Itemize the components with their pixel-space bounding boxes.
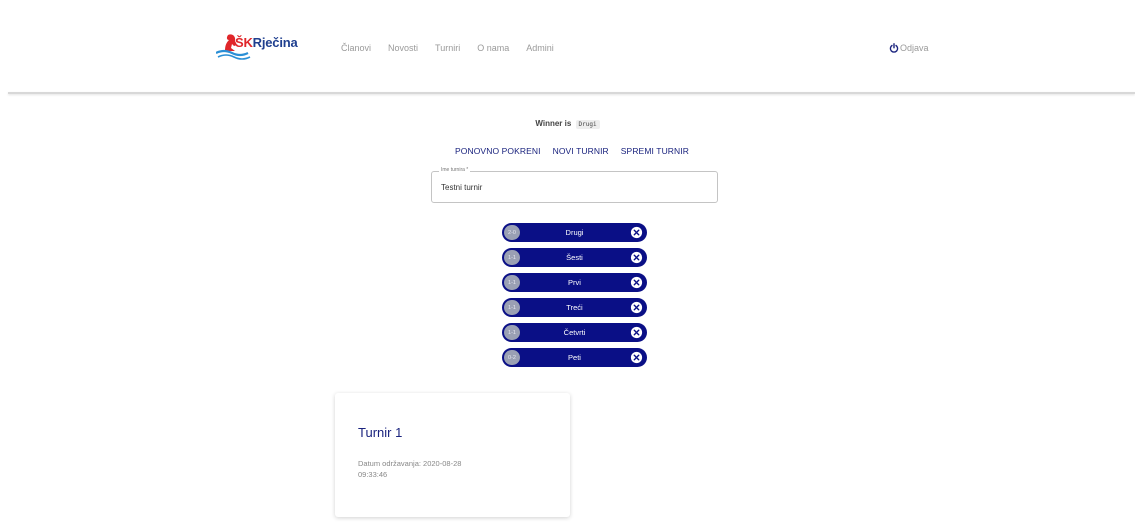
player-name: Treći: [566, 303, 583, 312]
player-chip[interactable]: 1-1 Treći: [502, 298, 647, 317]
header-divider: [8, 92, 1135, 94]
tournament-name-label: Ime turnira *: [439, 167, 471, 173]
logo-prefix: ŠK: [235, 35, 253, 50]
player-score: 0-2: [504, 350, 520, 365]
tournament-card[interactable]: Turnir 1 Datum održavanja: 2020-08-28 09…: [335, 393, 570, 517]
nav-item-o-nama[interactable]: O nama: [477, 43, 509, 53]
tournament-name-field: Ime turnira *: [431, 167, 718, 203]
tournament-actions: PONOVNO POKRENI NOVI TURNIR SPREMI TURNI…: [455, 146, 701, 156]
player-name: Peti: [568, 353, 581, 362]
power-icon: [889, 43, 899, 53]
player-chip[interactable]: 0-2 Peti: [502, 348, 647, 367]
remove-player-icon[interactable]: [630, 251, 643, 264]
player-score: 2-0: [504, 225, 520, 240]
logo-name: Rječina: [252, 35, 298, 50]
save-tournament-button[interactable]: SPREMI TURNIR: [621, 146, 689, 156]
player-score: 1-1: [504, 300, 520, 315]
new-tournament-button[interactable]: NOVI TURNIR: [553, 146, 609, 156]
logo-text: ŠKRječina: [235, 35, 298, 50]
logout-label: Odjava: [900, 43, 929, 53]
player-chip[interactable]: 1-1 Šesti: [502, 248, 647, 267]
remove-player-icon[interactable]: [630, 226, 643, 239]
nav-item-admini[interactable]: Admini: [526, 43, 554, 53]
tournament-card-title: Turnir 1: [358, 425, 403, 440]
winner-name: Drugi: [575, 120, 600, 129]
player-chip[interactable]: 2-0 Drugi: [502, 223, 647, 242]
nav-item-turniri[interactable]: Turniri: [435, 43, 460, 53]
restart-button[interactable]: PONOVNO POKRENI: [455, 146, 541, 156]
tournament-name-input[interactable]: [441, 183, 701, 192]
players-list: 2-0 Drugi 1-1 Šesti 1-1 Prvi 1-1 Treći 1…: [502, 223, 647, 373]
player-score: 1-1: [504, 325, 520, 340]
player-chip[interactable]: 1-1 Prvi: [502, 273, 647, 292]
player-name: Drugi: [565, 228, 584, 237]
tournament-card-date: Datum održavanja: 2020-08-28 09:33:46: [358, 458, 508, 480]
player-score: 1-1: [504, 250, 520, 265]
remove-player-icon[interactable]: [630, 276, 643, 289]
remove-player-icon[interactable]: [630, 301, 643, 314]
remove-player-icon[interactable]: [630, 326, 643, 339]
player-chip[interactable]: 1-1 Četvrti: [502, 323, 647, 342]
time-value: 09:33:46: [358, 470, 388, 479]
date-value: 2020-08-28: [423, 459, 462, 468]
date-label: Datum održavanja:: [358, 459, 421, 468]
winner-label: Winner is: [535, 119, 572, 128]
remove-player-icon[interactable]: [630, 351, 643, 364]
player-score: 1-1: [504, 275, 520, 290]
winner-text: Winner is Drugi: [0, 119, 1135, 129]
player-name: Četvrti: [563, 328, 586, 337]
player-name: Prvi: [568, 278, 581, 287]
logout-button[interactable]: Odjava: [889, 43, 929, 53]
main-nav: Članovi Novosti Turniri O nama Admini: [341, 43, 571, 53]
nav-item-novosti[interactable]: Novosti: [388, 43, 418, 53]
app-header: ŠKRječina Članovi Novosti Turniri O nama…: [0, 0, 1135, 94]
nav-item-clanovi[interactable]: Članovi: [341, 43, 371, 53]
player-name: Šesti: [566, 253, 583, 262]
club-logo[interactable]: ŠKRječina: [216, 32, 306, 62]
